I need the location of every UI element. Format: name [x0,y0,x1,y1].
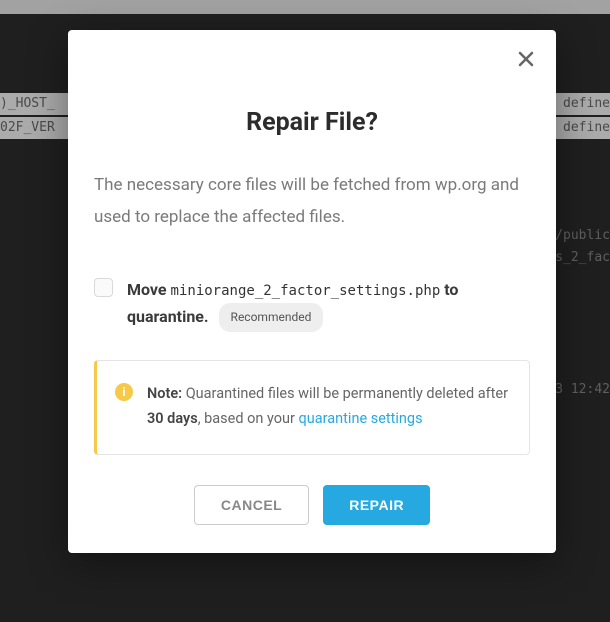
quarantine-filename: miniorange_2_factor_settings.php [171,283,441,299]
modal-title: Repair File? [94,108,530,137]
quarantine-checkbox[interactable] [94,278,113,297]
close-icon [518,47,534,73]
recommended-badge: Recommended [219,303,324,331]
quarantine-settings-link[interactable]: quarantine settings [299,410,423,427]
modal-description: The necessary core files will be fetched… [94,169,530,234]
cancel-button[interactable]: CANCEL [194,485,309,525]
note-before: Quarantined files will be permanently de… [186,385,508,402]
repair-button[interactable]: REPAIR [323,485,430,525]
note-after: , based on your [198,410,295,427]
quarantine-prefix: Move [127,280,167,299]
modal-actions: CANCEL REPAIR [94,485,530,525]
quarantine-label: Move miniorange_2_factor_settings.php to… [127,276,530,332]
close-button[interactable] [514,48,538,72]
note-label: Note: [147,385,182,402]
note-text: Note: Quarantined files will be permanen… [147,381,511,432]
note-days: 30 days [147,410,198,427]
quarantine-option: Move miniorange_2_factor_settings.php to… [94,276,530,332]
repair-file-modal: Repair File? The necessary core files wi… [68,30,556,553]
note-box: i Note: Quarantined files will be perman… [94,360,530,455]
info-icon: i [115,383,133,401]
